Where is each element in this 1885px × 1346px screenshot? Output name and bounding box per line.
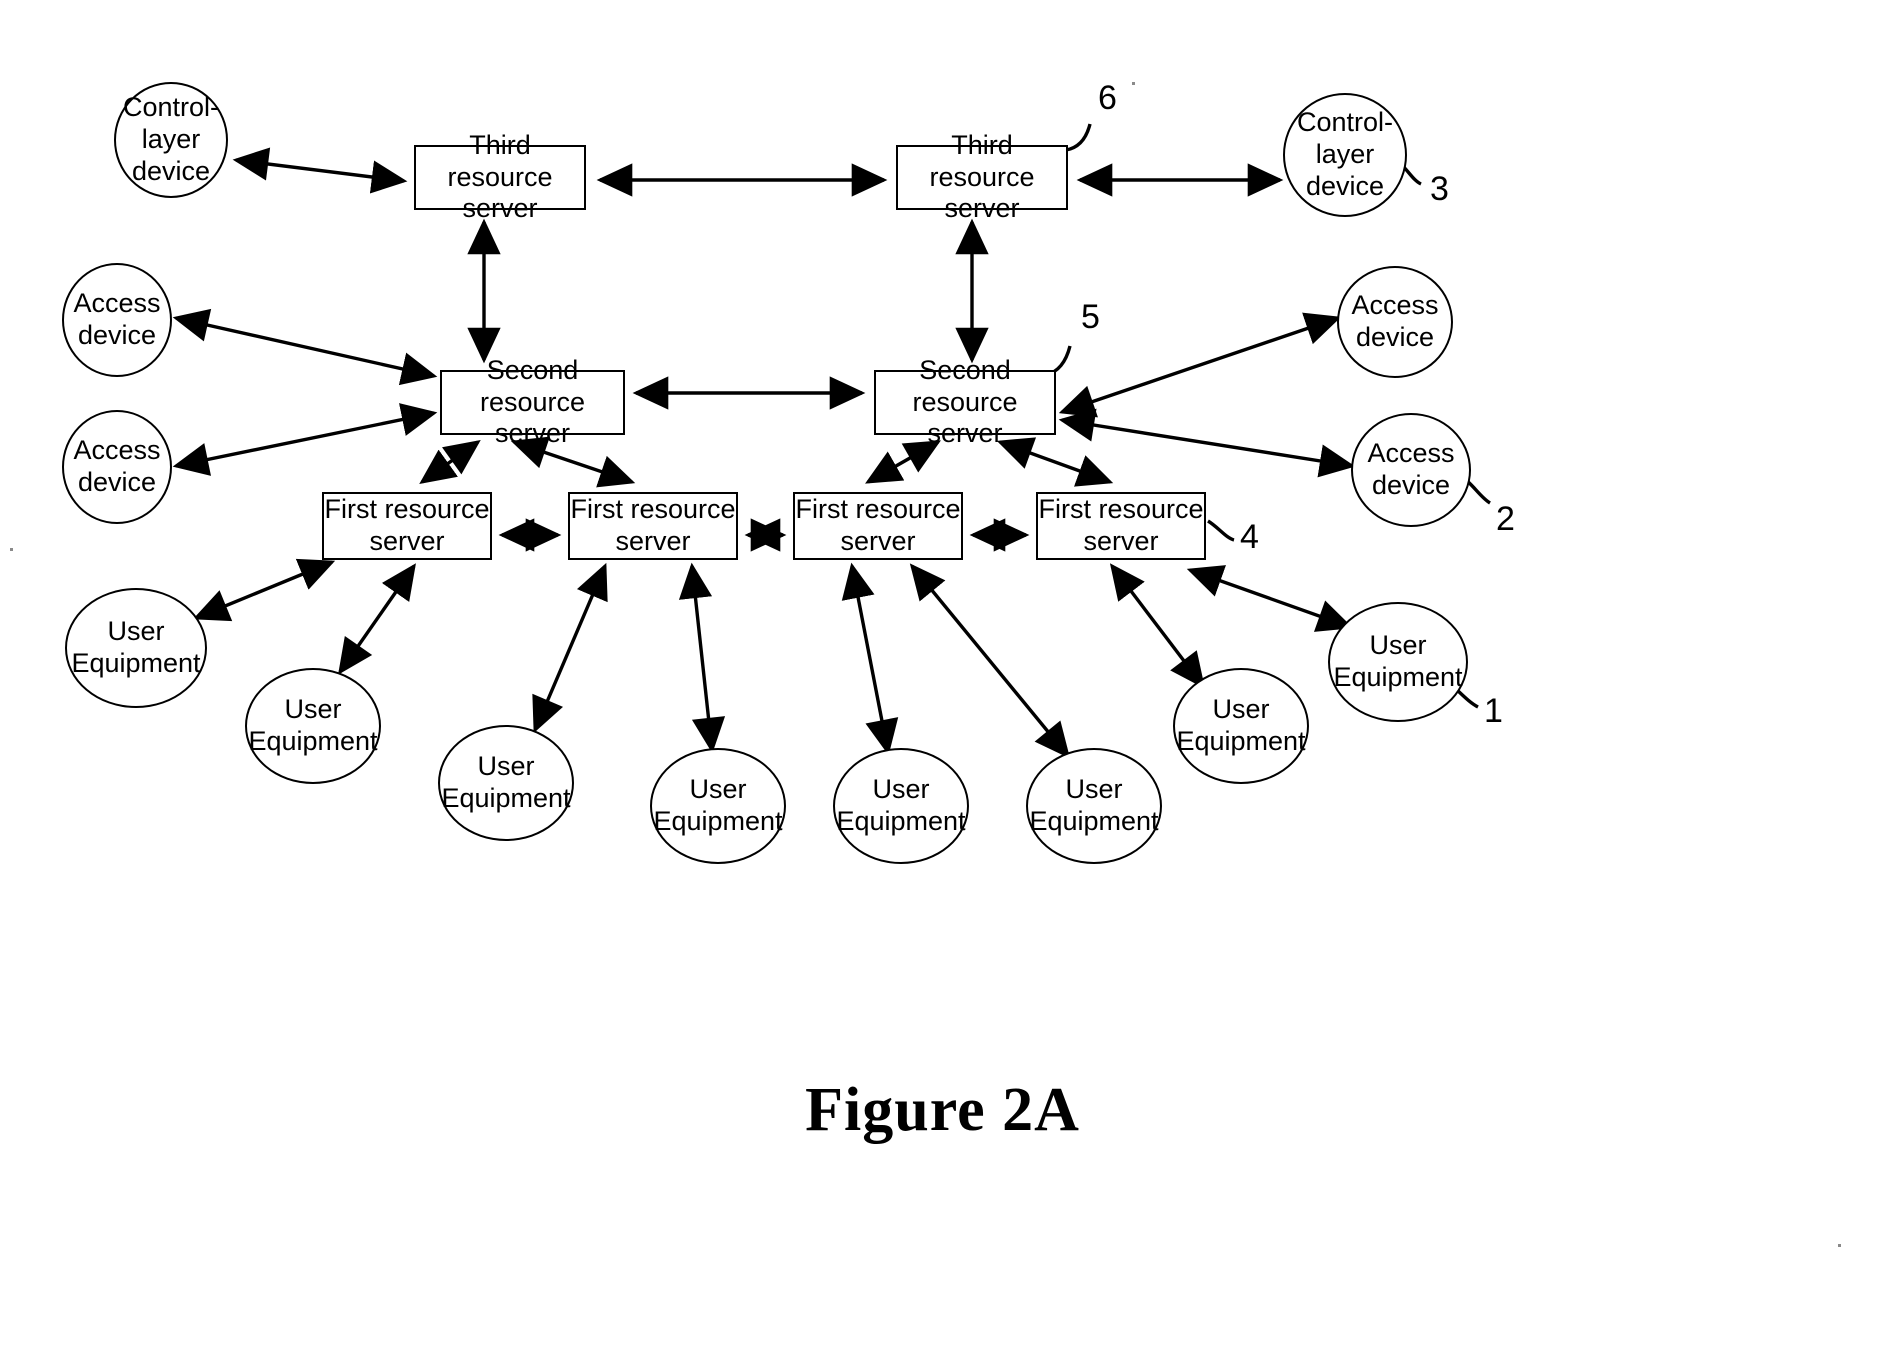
reference-numeral-4: 4 [1240, 518, 1259, 556]
control-layer-device-right-label: Control- layer device [1296, 107, 1394, 201]
second-resource-server-right[interactable]: Second resource server [874, 355, 1056, 448]
second-resource-server-right-label: Second resource server [912, 354, 1018, 449]
scan-speck [1132, 82, 1135, 85]
access-device-right-upper[interactable]: Access device [1337, 266, 1453, 378]
user-equipment-6[interactable]: User Equipment [1026, 748, 1162, 864]
link-access-left-lower-second-left [172, 403, 438, 476]
access-device-left-upper[interactable]: Access device [62, 263, 172, 377]
figure-caption: Figure 2A [805, 1076, 1080, 1144]
access-device-right-lower[interactable]: Access device [1351, 413, 1471, 527]
user-equipment-4-label: User Equipment [653, 774, 783, 836]
user-equipment-1[interactable]: User Equipment [65, 588, 207, 708]
link-second-right-access-right-upper [1058, 312, 1342, 418]
first-resource-server-3-label: First resource server [795, 494, 961, 556]
user-equipment-7-label: User Equipment [1176, 694, 1306, 756]
user-equipment-2[interactable]: User Equipment [245, 668, 381, 784]
first-resource-server-4-label: First resource server [1038, 494, 1204, 556]
leader-line-4 [1207, 519, 1235, 542]
scan-speck [10, 548, 13, 551]
link-second-right-access-right-lower [1058, 408, 1356, 478]
reference-numeral-3: 3 [1430, 170, 1449, 208]
link-ue-4-first-2 [678, 562, 726, 754]
access-device-left-lower[interactable]: Access device [62, 410, 172, 524]
third-resource-server-left[interactable]: Third resource server [414, 130, 586, 223]
scan-speck [1838, 1244, 1841, 1247]
link-ue-7-first-4 [1109, 563, 1206, 689]
first-resource-server-1[interactable]: First resource server [322, 492, 492, 560]
access-device-right-lower-label: Access device [1367, 438, 1455, 500]
control-layer-device-left-label: Control- layer device [122, 92, 220, 186]
user-equipment-3[interactable]: User Equipment [438, 725, 574, 841]
link-control-left-third-left [232, 147, 408, 194]
user-equipment-1-label: User Equipment [71, 616, 201, 678]
control-layer-device-left[interactable]: Control- layer device [114, 82, 228, 198]
first-resource-server-3[interactable]: First resource server [793, 492, 963, 560]
user-equipment-5[interactable]: User Equipment [833, 748, 969, 864]
user-equipment-2-label: User Equipment [248, 694, 378, 756]
first-resource-server-2[interactable]: First resource server [568, 492, 738, 560]
link-ue-right-first-4 [1186, 565, 1354, 632]
link-ue-5-first-3 [841, 562, 899, 756]
user-equipment-6-label: User Equipment [1029, 774, 1159, 836]
link-ue-3-first-2 [532, 562, 608, 734]
user-equipment-7[interactable]: User Equipment [1173, 668, 1309, 784]
first-resource-server-4[interactable]: First resource server [1036, 492, 1206, 560]
user-equipment-4[interactable]: User Equipment [650, 748, 786, 864]
user-equipment-right-label: User Equipment [1333, 630, 1463, 692]
first-resource-server-2-label: First resource server [570, 494, 736, 556]
link-ue-1-first-1 [192, 558, 336, 622]
access-device-right-upper-label: Access device [1351, 290, 1439, 352]
leader-line-6 [1065, 123, 1092, 152]
user-equipment-right[interactable]: User Equipment [1328, 602, 1468, 722]
first-resource-server-1-label: First resource server [324, 494, 490, 556]
link-ue-2-first-1 [338, 563, 416, 675]
access-device-left-lower-label: Access device [73, 435, 161, 497]
third-resource-server-right-label: Third resource server [929, 129, 1035, 224]
access-device-left-upper-label: Access device [73, 288, 161, 350]
reference-numeral-1: 1 [1484, 692, 1503, 730]
link-access-left-upper-second-left [172, 308, 438, 386]
control-layer-device-right[interactable]: Control- layer device [1283, 93, 1407, 217]
third-resource-server-right[interactable]: Third resource server [896, 130, 1068, 223]
second-resource-server-left-label: Second resource server [479, 354, 586, 449]
reference-numeral-2: 2 [1496, 500, 1515, 538]
user-equipment-3-label: User Equipment [441, 751, 571, 813]
second-resource-server-left[interactable]: Second resource server [440, 355, 625, 448]
reference-numeral-5: 5 [1081, 298, 1100, 336]
link-ue-6-first-3 [909, 563, 1071, 759]
third-resource-server-left-label: Third resource server [447, 129, 553, 224]
reference-numeral-6: 6 [1098, 79, 1117, 117]
patent-figure-page: Third resource server Third resource ser… [0, 0, 1885, 1346]
user-equipment-5-label: User Equipment [836, 774, 966, 836]
